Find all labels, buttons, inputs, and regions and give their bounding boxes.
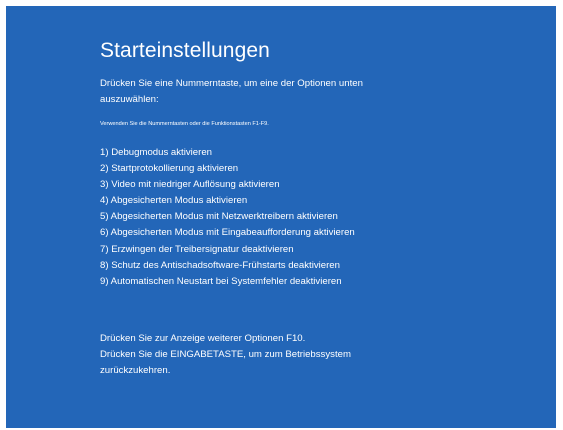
option-low-resolution-video[interactable]: 3) Video mit niedriger Auflösung aktivie… — [100, 177, 355, 193]
startup-options-list: 1) Debugmodus aktivieren 2) Startprotoko… — [100, 145, 355, 290]
return-to-os-text: Drücken Sie die EINGABETASTE, um zum Bet… — [100, 349, 351, 376]
option-disable-driver-signature[interactable]: 7) Erzwingen der Treibersignatur deaktiv… — [100, 242, 355, 258]
instruction-text: Drücken Sie eine Nummerntaste, um eine d… — [100, 78, 363, 105]
option-debug-mode[interactable]: 1) Debugmodus aktivieren — [100, 145, 355, 161]
option-safe-mode[interactable]: 4) Abgesicherten Modus aktivieren — [100, 193, 355, 209]
option-disable-auto-restart[interactable]: 9) Automatischen Neustart bei Systemfehl… — [100, 274, 355, 290]
footer-instructions: Drücken Sie zur Anzeige weiterer Optione… — [100, 331, 420, 379]
option-safe-mode-networking[interactable]: 5) Abgesicherten Modus mit Netzwerktreib… — [100, 209, 355, 225]
page-title: Starteinstellungen — [100, 39, 270, 62]
option-safe-mode-command-prompt[interactable]: 6) Abgesicherten Modus mit Eingabeauffor… — [100, 225, 355, 241]
option-disable-early-antimalware[interactable]: 8) Schutz des Antischadsoftware-Frühstar… — [100, 258, 355, 274]
option-boot-logging[interactable]: 2) Startprotokollierung aktivieren — [100, 161, 355, 177]
startup-settings-screen: Starteinstellungen Drücken Sie eine Numm… — [6, 6, 556, 428]
more-options-text: Drücken Sie zur Anzeige weiterer Optione… — [100, 333, 306, 344]
hint-text: Verwenden Sie die Nummerntasten oder die… — [100, 121, 269, 127]
